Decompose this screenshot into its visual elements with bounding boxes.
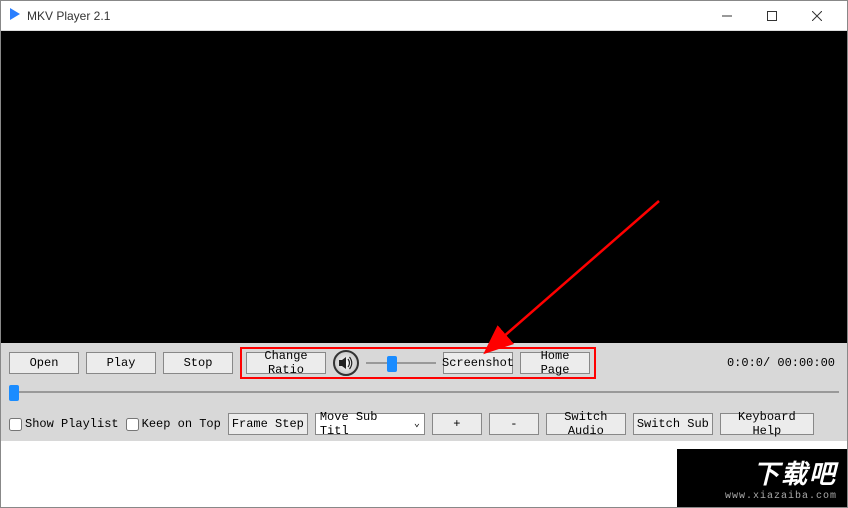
show-playlist-label: Show Playlist: [25, 417, 119, 431]
speaker-icon[interactable]: [333, 350, 359, 376]
volume-slider[interactable]: [366, 354, 436, 372]
switch-sub-button[interactable]: Switch Sub: [633, 413, 713, 435]
play-button[interactable]: Play: [86, 352, 156, 374]
main-controls-row: Open Play Stop Change Ratio Screenshot: [9, 349, 839, 377]
stop-button[interactable]: Stop: [163, 352, 233, 374]
minimize-button[interactable]: [704, 2, 749, 30]
time-display: 0:0:0/ 00:00:00: [727, 356, 835, 370]
close-button[interactable]: [794, 2, 839, 30]
highlighted-controls: Change Ratio Screenshot Home Page: [240, 347, 596, 379]
window-title: MKV Player 2.1: [27, 9, 704, 23]
watermark-url: www.xiazaiba.com: [725, 491, 837, 502]
app-window: MKV Player 2.1 Open Play Stop Change Rat…: [0, 0, 848, 508]
seek-thumb[interactable]: [9, 385, 19, 401]
seek-slider[interactable]: [9, 383, 839, 401]
frame-step-button[interactable]: Frame Step: [228, 413, 308, 435]
move-sub-label: Move Sub Titl: [320, 410, 410, 438]
screenshot-button[interactable]: Screenshot: [443, 352, 513, 374]
minus-button[interactable]: -: [489, 413, 539, 435]
app-play-icon: [9, 8, 21, 24]
show-playlist-checkbox[interactable]: Show Playlist: [9, 417, 119, 431]
keyboard-help-button[interactable]: Keyboard Help: [720, 413, 814, 435]
plus-button[interactable]: +: [432, 413, 482, 435]
volume-track: [366, 362, 436, 364]
secondary-controls-row: Show Playlist Keep on Top Frame Step Mov…: [9, 411, 839, 437]
watermark-text: 下载吧: [753, 454, 837, 491]
show-playlist-input[interactable]: [9, 418, 22, 431]
open-button[interactable]: Open: [9, 352, 79, 374]
maximize-button[interactable]: [749, 2, 794, 30]
keep-on-top-input[interactable]: [126, 418, 139, 431]
video-area[interactable]: [1, 31, 847, 343]
keep-on-top-label: Keep on Top: [142, 417, 221, 431]
home-page-button[interactable]: Home Page: [520, 352, 590, 374]
chevron-down-icon: ⌄: [414, 418, 420, 430]
titlebar: MKV Player 2.1: [1, 1, 847, 31]
change-ratio-button[interactable]: Change Ratio: [246, 352, 326, 374]
volume-thumb[interactable]: [387, 356, 397, 372]
window-controls: [704, 2, 839, 30]
move-sub-dropdown[interactable]: Move Sub Titl ⌄: [315, 413, 425, 435]
switch-audio-button[interactable]: Switch Audio: [546, 413, 626, 435]
seek-track: [9, 391, 839, 393]
controls-panel: Open Play Stop Change Ratio Screenshot: [1, 343, 847, 441]
watermark: 下载吧 www.xiazaiba.com: [677, 449, 847, 507]
keep-on-top-checkbox[interactable]: Keep on Top: [126, 417, 221, 431]
